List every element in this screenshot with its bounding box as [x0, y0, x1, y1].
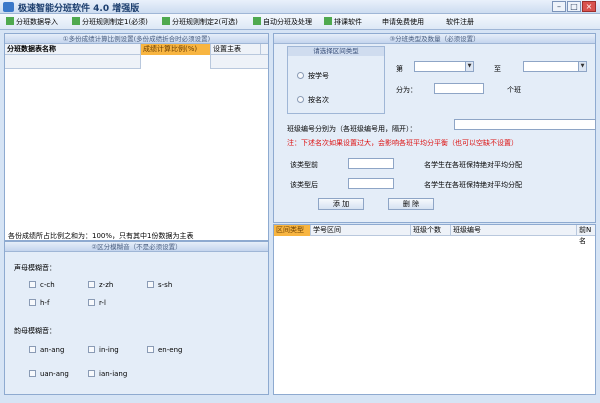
radio-by-id[interactable] [297, 72, 304, 79]
toolbar-label: 自动分班及处理 [263, 18, 312, 26]
checkbox-c-ch[interactable] [29, 281, 36, 288]
checkbox-r-l[interactable] [88, 299, 95, 306]
ge-ban-label: 个班 [507, 86, 521, 94]
fuzzy-panel-header: ②区分模糊音（不是必须设置） [5, 242, 268, 252]
note-text: 注：下述名次如果设置过大，会影响各班平均分平衡（也可以空缺不设置） [287, 139, 518, 147]
toolbar-label: 分班数据导入 [16, 18, 58, 26]
label-ian-iang: ian-iang [99, 370, 128, 378]
add-button[interactable]: 添 加 [318, 198, 364, 210]
before-label: 该类型前 [290, 161, 318, 169]
arrow-icon [324, 17, 332, 25]
label-en-eng: en-eng [158, 346, 183, 354]
label-z-zh: z-zh [99, 281, 114, 289]
window-title: 极速智能分班软件 4.0 增强版 [18, 4, 140, 14]
delete-button[interactable]: 删 除 [388, 198, 434, 210]
checkbox-in-ing[interactable] [88, 346, 95, 353]
schedule-software-button[interactable]: 排课软件 [324, 16, 362, 28]
start-select[interactable]: ▼ [414, 61, 474, 72]
class-ids-label: 班级编号分别为（各班级编号用，隔开）： [287, 125, 417, 133]
col-class-ids: 班级编号 [451, 225, 577, 236]
label-in-ing: in-ing [99, 346, 119, 354]
col-top-n: 前N名 [579, 226, 592, 245]
col-ratio: 成绩计算比例(%) [141, 44, 211, 55]
class-type-grid-header: 区间类型 学号区间 班级个数 班级编号 前N名 [274, 225, 595, 245]
register-button[interactable]: 软件注册 [446, 16, 474, 28]
after-label: 该类型后 [290, 181, 318, 189]
ratio-grid-row[interactable] [5, 55, 268, 69]
arrow-icon [6, 17, 14, 25]
toolbar-label: 排课软件 [334, 18, 362, 26]
class-type-grid: 区间类型 学号区间 班级个数 班级编号 前N名 [273, 224, 596, 395]
fenwei-label: 分为： [396, 86, 417, 94]
class-count-input[interactable] [434, 83, 484, 94]
arrow-icon [72, 17, 80, 25]
auto-divide-button[interactable]: 自动分班及处理 [253, 16, 312, 28]
toolbar-label: 软件注册 [446, 18, 474, 26]
apply-free-button[interactable]: 申请免费使用 [382, 16, 424, 28]
cell [141, 55, 211, 69]
yunmu-label: 韵母模糊音： [14, 327, 56, 335]
end-select[interactable]: ▼ [523, 61, 587, 72]
col-table-name: 分班数据表名称 [5, 44, 141, 55]
checkbox-s-sh[interactable] [147, 281, 154, 288]
ratio-panel: ①多份成绩计算比例设置(多份成绩折合时必须设置) 分班数据表名称 成绩计算比例(… [4, 33, 269, 241]
rule1-button[interactable]: 分班规则制定1(必须) [72, 16, 148, 28]
checkbox-an-ang[interactable] [29, 346, 36, 353]
toolbar-label: 申请免费使用 [382, 18, 424, 26]
label-an-ang: an-ang [40, 346, 65, 354]
label-r-l: r-l [99, 299, 106, 307]
toolbar-label: 分班规则制定2(可选) [172, 18, 238, 26]
zhi-label: 至 [494, 65, 501, 73]
rule2-button[interactable]: 分班规则制定2(可选) [162, 16, 238, 28]
after-text: 名学生在各班保持绝对平均分配 [424, 181, 522, 189]
label-uan-ang: uan-ang [40, 370, 69, 378]
radio-by-rank-label: 按名次 [308, 96, 329, 104]
arrow-icon [253, 17, 261, 25]
app-icon [3, 2, 14, 12]
checkbox-z-zh[interactable] [88, 281, 95, 288]
col-class-count: 班级个数 [411, 225, 451, 236]
cell [5, 55, 141, 69]
class-ids-input[interactable] [454, 119, 596, 130]
toolbar: 分班数据导入 分班规则制定1(必须) 分班规则制定2(可选) 自动分班及处理 排… [0, 14, 600, 30]
checkbox-ian-iang[interactable] [88, 370, 95, 377]
radio-by-rank[interactable] [297, 96, 304, 103]
title-bar: 极速智能分班软件 4.0 增强版 – □ × [0, 0, 600, 14]
interval-type-group: 请选择区间类型 [287, 46, 385, 114]
close-button[interactable]: × [582, 1, 596, 12]
checkbox-uan-ang[interactable] [29, 370, 36, 377]
import-data-button[interactable]: 分班数据导入 [6, 16, 58, 28]
ratio-grid-header: 分班数据表名称 成绩计算比例(%) 设置主表 [5, 44, 268, 55]
label-s-sh: s-sh [158, 281, 173, 289]
interval-type-title: 请选择区间类型 [288, 47, 384, 56]
ratio-panel-header: ①多份成绩计算比例设置(多份成绩折合时必须设置) [5, 34, 268, 44]
maximize-button[interactable]: □ [567, 1, 581, 12]
col-id-range: 学号区间 [311, 225, 411, 236]
minimize-button[interactable]: – [552, 1, 566, 12]
before-input[interactable] [348, 158, 394, 169]
class-type-panel-header: ③分班类型及数量（必须设置） [274, 34, 595, 44]
chevron-down-icon: ▼ [465, 62, 473, 71]
checkbox-h-f[interactable] [29, 299, 36, 306]
ratio-sum-text: 各份成绩所占比例之和为：100%，只有其中1份数据为主表 [8, 232, 194, 240]
toolbar-label: 分班规则制定1(必须) [82, 18, 148, 26]
label-c-ch: c-ch [40, 281, 55, 289]
after-input[interactable] [348, 178, 394, 189]
arrow-icon [162, 17, 170, 25]
radio-by-id-label: 按学号 [308, 72, 329, 80]
chevron-down-icon: ▼ [578, 62, 586, 71]
label-h-f: h-f [40, 299, 50, 307]
checkbox-en-eng[interactable] [147, 346, 154, 353]
col-main-table: 设置主表 [211, 44, 261, 55]
shengmu-label: 声母模糊音： [14, 264, 56, 272]
di-label: 第 [396, 65, 403, 73]
col-interval-type: 区间类型 [274, 225, 311, 236]
before-text: 名学生在各班保持绝对平均分配 [424, 161, 522, 169]
